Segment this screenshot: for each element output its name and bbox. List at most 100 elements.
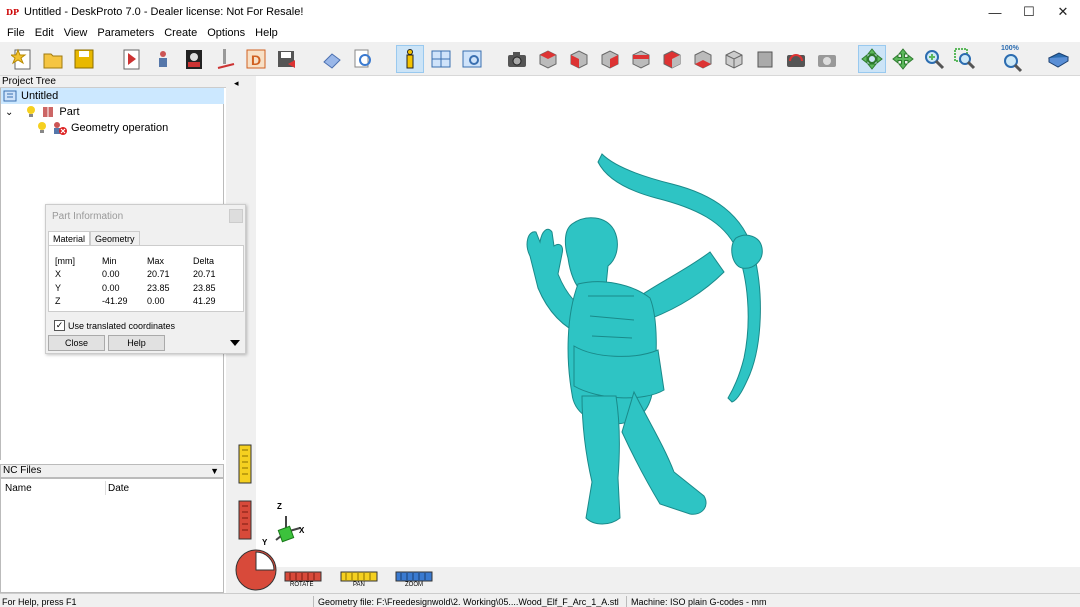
translated-coordinates-option[interactable]: ✓ Use translated coordinates	[54, 320, 175, 331]
row-z-max: 0.00	[147, 296, 165, 306]
title-bar: DP Untitled - DeskProto 7.0 - Dealer lic…	[0, 0, 1080, 24]
status-divider	[313, 596, 314, 607]
nc-files-dropdown-icon[interactable]: ▼	[210, 465, 219, 477]
tab-material[interactable]: Material	[48, 231, 91, 245]
3d-viewport[interactable]: ◂ Z X Y ROTATE PAN ZOOM	[230, 76, 1080, 593]
new-project-button[interactable]	[8, 45, 36, 73]
pan-mode-button[interactable]	[889, 45, 917, 73]
part-information-dialog: Part Information Material Geometry [mm] …	[45, 204, 246, 354]
maximize-button[interactable]: ☐	[1012, 0, 1046, 24]
rotate-wheel-icon[interactable]	[284, 571, 322, 582]
translated-coordinates-checkbox[interactable]: ✓	[54, 320, 65, 331]
collapse-panel-icon[interactable]: ◂	[234, 78, 239, 89]
part-information-button[interactable]	[396, 45, 424, 73]
cube-gray-icon	[757, 51, 773, 68]
view-settings-button[interactable]	[458, 45, 486, 73]
dialog-close-button[interactable]: Close	[48, 335, 105, 351]
dialog-tabs: Material Geometry	[48, 231, 140, 245]
zoom-mode-button[interactable]	[920, 45, 948, 73]
save-button[interactable]	[70, 45, 98, 73]
close-button[interactable]: ✕	[1046, 0, 1080, 24]
menu-parameters[interactable]: Parameters	[92, 27, 159, 39]
layout-button[interactable]	[427, 45, 455, 73]
tree-item-label: Part	[59, 106, 80, 118]
deskproto-window: DP Untitled - DeskProto 7.0 - Dealer lic…	[0, 0, 1080, 607]
column-divider	[105, 481, 106, 495]
camera-icon	[508, 52, 526, 67]
table-header-min: Min	[102, 256, 117, 266]
rotate-mode-button[interactable]	[858, 45, 886, 73]
rotate-arrows-icon	[861, 48, 883, 70]
menu-edit[interactable]: Edit	[30, 27, 59, 39]
pan-wheel-icon[interactable]	[340, 571, 378, 582]
column-header-date[interactable]: Date	[108, 483, 129, 494]
operation-parameters-button[interactable]	[149, 45, 177, 73]
export-button[interactable]	[273, 45, 301, 73]
view-front-button[interactable]	[565, 45, 593, 73]
row-y-delta: 23.85	[193, 283, 216, 293]
expand-chevron-icon[interactable]: ⌄	[5, 107, 13, 118]
part-icon	[43, 107, 54, 117]
view-top-button[interactable]	[534, 45, 562, 73]
cutter-button[interactable]	[211, 45, 239, 73]
cube-top-icon	[539, 50, 557, 69]
rotate-view-button[interactable]	[782, 45, 810, 73]
row-y-max: 23.85	[147, 283, 170, 293]
menu-create[interactable]: Create	[159, 27, 202, 39]
toolpath-button[interactable]	[180, 45, 208, 73]
eraser-icon	[323, 53, 341, 69]
row-x-max: 20.71	[147, 269, 170, 279]
dialog-help-button[interactable]: Help	[108, 335, 165, 351]
rotate-wheel-vertical-icon[interactable]	[238, 500, 252, 540]
view-right-button[interactable]	[596, 45, 624, 73]
tree-item-geometry-operation[interactable]: Geometry operation	[1, 120, 168, 136]
folder-open-icon	[43, 53, 63, 69]
row-y-label: Y	[55, 283, 62, 293]
zoom-wheel-icon[interactable]	[395, 571, 433, 582]
nc-files-title: NC Files	[3, 465, 42, 476]
view-left-button[interactable]	[658, 45, 686, 73]
view-iso-button[interactable]	[720, 45, 748, 73]
simulate-button[interactable]	[318, 45, 346, 73]
figure-operation-icon	[159, 51, 167, 67]
column-header-name[interactable]: Name	[5, 483, 32, 494]
rotate-dial-icon[interactable]	[234, 548, 278, 592]
row-z-min: -41.29	[102, 296, 128, 306]
row-z-delta: 41.29	[193, 296, 216, 306]
view-iso2-button[interactable]	[751, 45, 779, 73]
menu-bar: File Edit View Parameters Create Options…	[0, 24, 1080, 42]
zoom-wheel-vertical-icon[interactable]	[238, 444, 252, 484]
part-parameters-button[interactable]	[118, 45, 146, 73]
view-bottom-button[interactable]	[689, 45, 717, 73]
nc-files-header: NC Files ▼	[0, 464, 224, 478]
zoom-window-button[interactable]	[951, 45, 979, 73]
inspect-button[interactable]	[349, 45, 377, 73]
axis-y-label: Y	[262, 538, 268, 547]
dialog-close-box[interactable]	[229, 209, 243, 223]
reset-view-button[interactable]	[813, 45, 841, 73]
tree-item-untitled[interactable]: Untitled	[1, 88, 224, 104]
axis-x-label: X	[299, 526, 305, 535]
help-manual-button[interactable]	[1044, 45, 1072, 73]
row-x-delta: 20.71	[193, 269, 216, 279]
menu-options[interactable]: Options	[202, 27, 250, 39]
menu-view[interactable]: View	[59, 27, 93, 39]
open-button[interactable]	[39, 45, 67, 73]
view-back-button[interactable]	[627, 45, 655, 73]
tab-geometry[interactable]: Geometry	[90, 231, 140, 245]
screenshot-button[interactable]	[503, 45, 531, 73]
zoom-control-label: ZOOM	[405, 582, 423, 588]
info-icon	[406, 49, 414, 69]
minimize-button[interactable]: —	[978, 0, 1012, 24]
main-toolbar: D 100%	[0, 42, 1080, 76]
menu-help[interactable]: Help	[250, 27, 283, 39]
expand-arrow-icon[interactable]	[230, 340, 240, 346]
row-y-min: 0.00	[102, 283, 120, 293]
export-disk-icon	[278, 51, 295, 68]
window-search-icon	[462, 50, 482, 68]
menu-file[interactable]: File	[2, 27, 30, 39]
zoom-100-button[interactable]: 100%	[998, 45, 1028, 73]
dimensions-button[interactable]: D	[242, 45, 270, 73]
cube-back-icon	[632, 50, 650, 69]
tree-item-part[interactable]: ⌄ Part	[1, 104, 80, 120]
